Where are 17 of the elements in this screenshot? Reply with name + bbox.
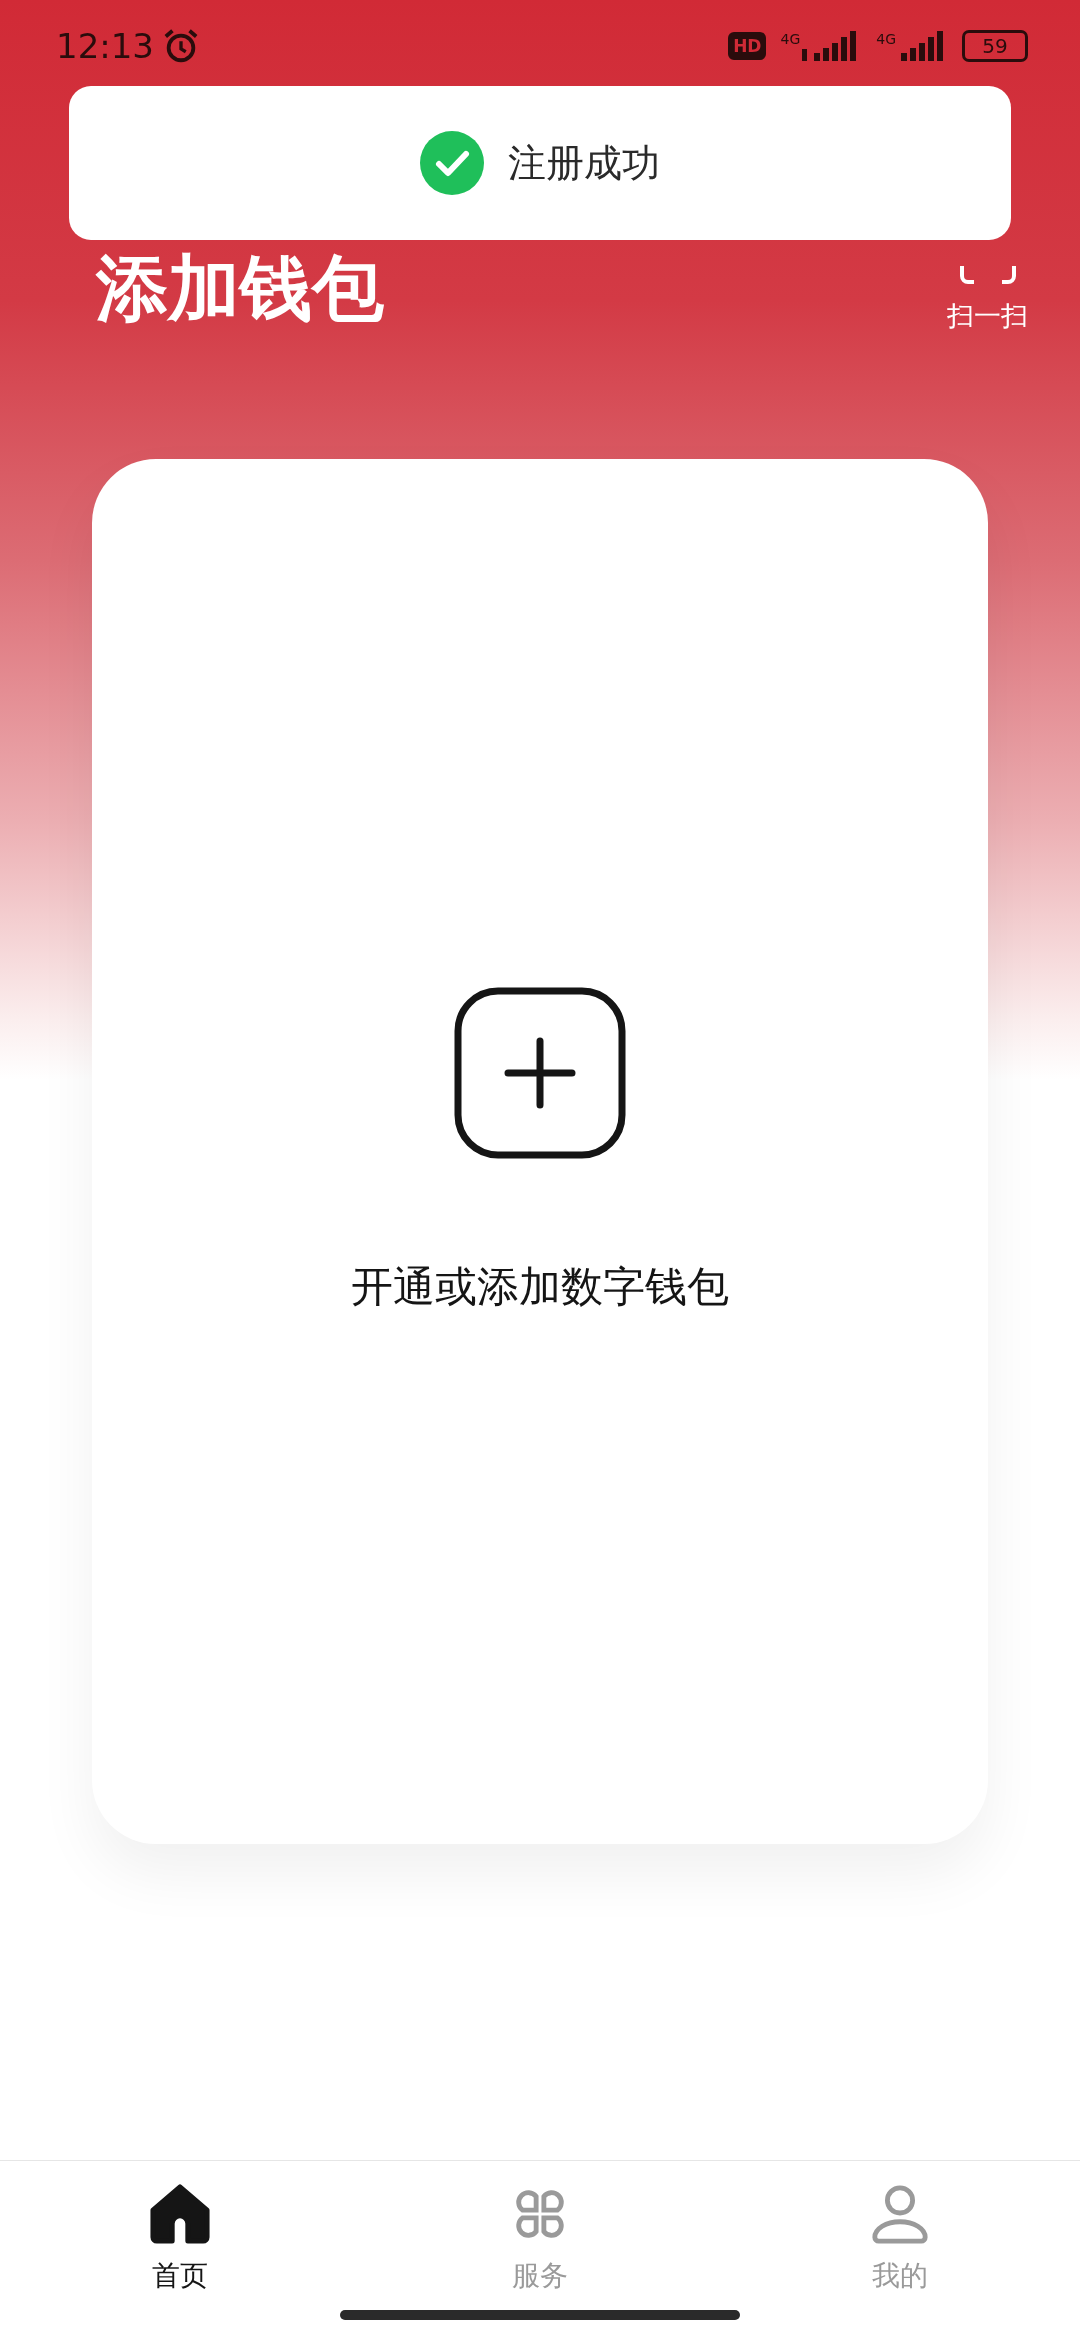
home-icon <box>149 2183 211 2245</box>
success-icon <box>420 131 484 195</box>
add-wallet-label[interactable]: 开通或添加数字钱包 <box>351 1259 729 1315</box>
scan-label[interactable]: 扫一扫 <box>947 298 1028 334</box>
wallet-card[interactable]: 开通或添加数字钱包 <box>92 459 988 1844</box>
alarm-icon <box>162 27 200 65</box>
network-label: 4G <box>780 31 801 47</box>
hd-badge: HD <box>728 32 767 60</box>
scan-icon[interactable] <box>957 266 1018 286</box>
tab[interactable]: 首页 <box>80 2183 280 2300</box>
toast-message: 注册成功 <box>508 139 660 187</box>
network-label: 4G <box>876 31 896 47</box>
add-icon[interactable] <box>454 987 626 1159</box>
page-title: 添加钱包 <box>96 252 384 324</box>
battery-icon: 59 <box>962 30 1028 62</box>
person-icon <box>869 2183 931 2245</box>
status-time: 12:13 <box>56 26 154 66</box>
